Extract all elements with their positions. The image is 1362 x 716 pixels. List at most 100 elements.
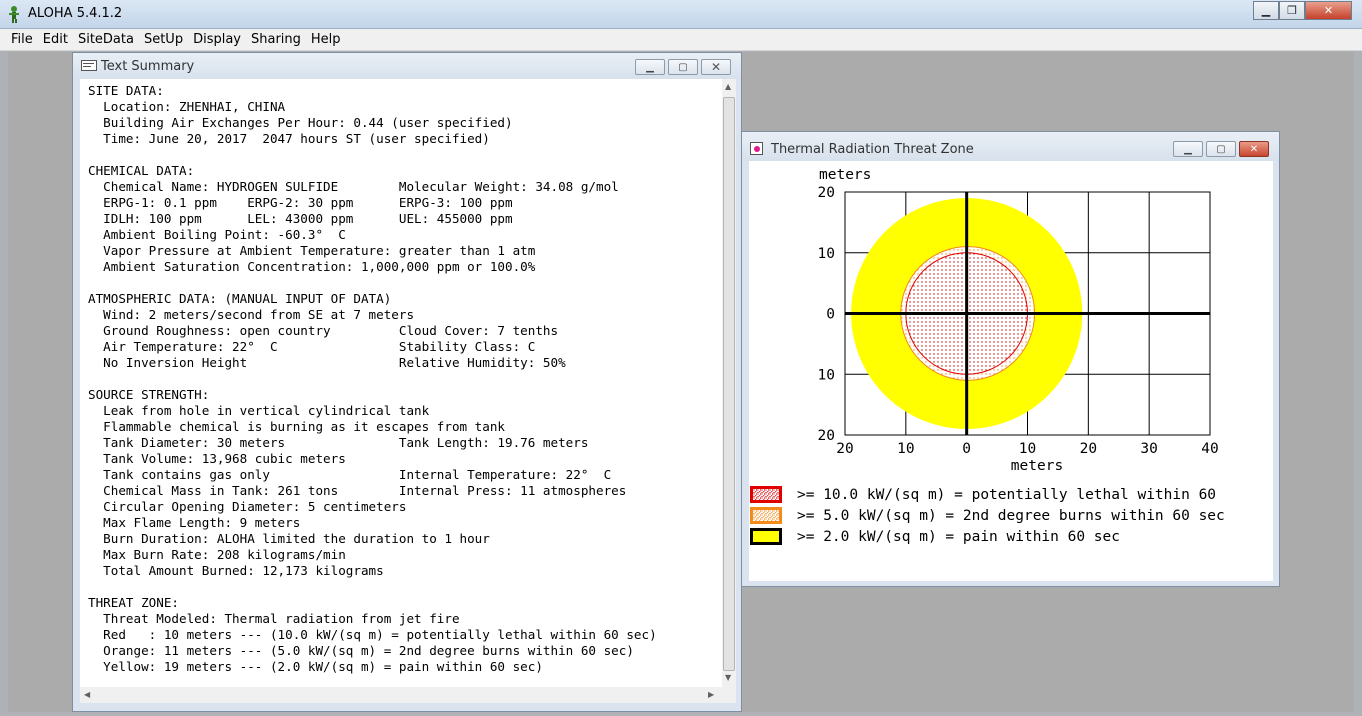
y-tick-label: 10 — [818, 367, 835, 383]
summary-line: SOURCE STRENGTH: — [88, 387, 210, 402]
close-icon: ✕ — [1249, 143, 1259, 155]
scroll-right-icon[interactable]: ▶ — [708, 690, 714, 699]
minimize-icon: ▁ — [1184, 143, 1192, 155]
scroll-left-icon[interactable]: ◀ — [84, 690, 90, 699]
summary-line: Building Air Exchanges Per Hour: 0.44 (u… — [88, 115, 513, 130]
text-close-button[interactable]: ✕ — [701, 59, 731, 75]
summary-line: Threat Modeled: Thermal radiation from j… — [88, 611, 460, 626]
legend-row-orange: >= 5.0 kW/(sq m) = 2nd degree burns with… — [750, 506, 1225, 525]
summary-line: Burn Duration: ALOHA limited the duratio… — [88, 531, 490, 546]
restore-icon: ❐ — [1287, 4, 1297, 17]
vertical-scrollbar[interactable]: ▲ ▼ — [722, 79, 736, 687]
minimize-button[interactable]: ▁ — [1253, 1, 1279, 20]
x-axis-label: meters — [1011, 458, 1063, 474]
threat-zone-chart: 20 10 0 10 20 30 40 20 10 0 10 20 meters meters — [818, 167, 1219, 474]
menu-help[interactable]: Help — [306, 32, 346, 47]
summary-line: Ambient Saturation Concentration: 1,000,… — [88, 259, 536, 274]
summary-line: Red : 10 meters --- (10.0 kW/(sq m) = po… — [88, 627, 657, 642]
close-icon: ✕ — [1323, 4, 1334, 17]
summary-line: Orange: 11 meters --- (5.0 kW/(sq m) = 2… — [88, 643, 634, 658]
summary-line: ERPG-1: 0.1 ppm ERPG-2: 30 ppm ERPG-3: 1… — [88, 195, 513, 210]
summary-line — [88, 275, 657, 291]
summary-line: IDLH: 100 ppm LEL: 43000 ppm UEL: 455000… — [88, 211, 513, 226]
summary-line: Time: June 20, 2017 2047 hours ST (user … — [88, 131, 490, 146]
summary-line: SITE DATA: — [88, 83, 164, 98]
text-summary-content[interactable]: SITE DATA: Location: ZHENHAI, CHINA Buil… — [80, 79, 722, 703]
app-title: ALOHA 5.4.1.2 — [28, 6, 123, 21]
summary-line: Vapor Pressure at Ambient Temperature: g… — [88, 243, 536, 258]
menu-edit[interactable]: Edit — [38, 32, 73, 47]
thermal-maximize-button[interactable]: ▢ — [1206, 141, 1236, 157]
y-tick-label: 10 — [818, 246, 835, 262]
horizontal-scrollbar[interactable]: ◀ ▶ — [80, 687, 736, 703]
text-minimize-button[interactable]: ▁ — [635, 59, 665, 75]
menu-sitedata[interactable]: SiteData — [73, 32, 139, 47]
summary-line: Circular Opening Diameter: 5 centimeters — [88, 499, 407, 514]
legend-swatch-yellow — [750, 528, 782, 545]
maximize-icon: ▢ — [1216, 143, 1226, 155]
summary-text: SITE DATA: Location: ZHENHAI, CHINA Buil… — [88, 83, 657, 675]
x-tick-label: 30 — [1140, 441, 1157, 457]
x-tick-label: 0 — [962, 441, 971, 457]
summary-line: Tank Volume: 13,968 cubic meters — [88, 451, 346, 466]
text-summary-window[interactable]: Text Summary ▁ ▢ ✕ SITE DATA: Location: … — [72, 52, 742, 712]
summary-line: No Inversion Height Relative Humidity: 5… — [88, 355, 566, 370]
summary-line — [88, 579, 657, 595]
legend-swatch-orange — [750, 507, 782, 524]
text-summary-titlebar[interactable]: Text Summary ▁ ▢ ✕ — [73, 53, 741, 79]
summary-line: THREAT ZONE: — [88, 595, 179, 610]
summary-line: Flammable chemical is burning as it esca… — [88, 419, 506, 434]
summary-line: Ground Roughness: open country Cloud Cov… — [88, 323, 559, 338]
text-maximize-button[interactable]: ▢ — [668, 59, 698, 75]
thermal-close-button[interactable]: ✕ — [1239, 141, 1269, 157]
summary-line: Chemical Name: HYDROGEN SULFIDE Molecula… — [88, 179, 619, 194]
y-tick-label: 0 — [826, 307, 835, 323]
aloha-app-icon — [9, 6, 19, 23]
legend-row-yellow: >= 2.0 kW/(sq m) = pain within 60 sec — [750, 527, 1120, 546]
x-tick-label: 40 — [1201, 441, 1218, 457]
scroll-up-icon[interactable]: ▲ — [725, 82, 731, 91]
close-button[interactable]: ✕ — [1305, 1, 1352, 20]
summary-line — [88, 147, 657, 163]
close-icon: ✕ — [710, 60, 722, 74]
app-titlebar[interactable]: ALOHA 5.4.1.2 ▁ ❐ ✕ — [0, 0, 1362, 29]
x-tick-label: 20 — [1080, 441, 1097, 457]
summary-line: CHEMICAL DATA: — [88, 163, 195, 178]
summary-line — [88, 371, 657, 387]
maximize-icon: ▢ — [678, 61, 688, 73]
summary-line: ATMOSPHERIC DATA: (MANUAL INPUT OF DATA) — [88, 291, 392, 306]
menu-sharing[interactable]: Sharing — [246, 32, 306, 47]
summary-line: Wind: 2 meters/second from SE at 7 meter… — [88, 307, 415, 322]
y-tick-label: 20 — [818, 185, 835, 201]
summary-line: Max Burn Rate: 208 kilograms/min — [88, 547, 346, 562]
menu-display[interactable]: Display — [188, 32, 246, 47]
x-tick-label: 20 — [836, 441, 853, 457]
legend-row-red: >= 10.0 kW/(sq m) = potentially lethal w… — [750, 485, 1216, 504]
x-tick-label: 10 — [1019, 441, 1036, 457]
y-axis-label: meters — [819, 167, 871, 183]
summary-line: Chemical Mass in Tank: 261 tons Internal… — [88, 483, 627, 498]
thermal-zone-window[interactable]: Thermal Radiation Threat Zone ▁ ▢ ✕ 20 10 — [741, 131, 1280, 587]
thermal-title: Thermal Radiation Threat Zone — [771, 142, 974, 157]
scroll-down-icon[interactable]: ▼ — [725, 673, 731, 682]
text-summary-title: Text Summary — [101, 59, 195, 74]
menu-file[interactable]: File — [6, 32, 38, 47]
zone-map-icon — [750, 142, 763, 155]
summary-line: Tank contains gas only Internal Temperat… — [88, 467, 612, 482]
legend-label-yellow: >= 2.0 kW/(sq m) = pain within 60 sec — [797, 528, 1121, 545]
thermal-minimize-button[interactable]: ▁ — [1173, 141, 1203, 157]
summary-line: Max Flame Length: 9 meters — [88, 515, 301, 530]
thermal-plot-area: 20 10 0 10 20 30 40 20 10 0 10 20 meters meters >= 10… — [749, 161, 1273, 581]
scroll-thumb[interactable] — [723, 97, 735, 671]
summary-line: Tank Diameter: 30 meters Tank Length: 19… — [88, 435, 589, 450]
thermal-titlebar[interactable]: Thermal Radiation Threat Zone ▁ ▢ ✕ — [742, 132, 1279, 161]
legend-label-orange: >= 5.0 kW/(sq m) = 2nd degree burns with… — [797, 507, 1225, 524]
menubar: File Edit SiteData SetUp Display Sharing… — [0, 29, 1362, 51]
summary-line: Air Temperature: 22° C Stability Class: … — [88, 339, 536, 354]
menu-setup[interactable]: SetUp — [139, 32, 188, 47]
summary-line: Yellow: 19 meters --- (2.0 kW/(sq m) = p… — [88, 659, 543, 674]
legend-swatch-red — [750, 486, 782, 503]
legend-label-red: >= 10.0 kW/(sq m) = potentially lethal w… — [797, 486, 1217, 503]
minimize-icon: ▁ — [646, 61, 654, 73]
restore-button[interactable]: ❐ — [1279, 1, 1305, 20]
